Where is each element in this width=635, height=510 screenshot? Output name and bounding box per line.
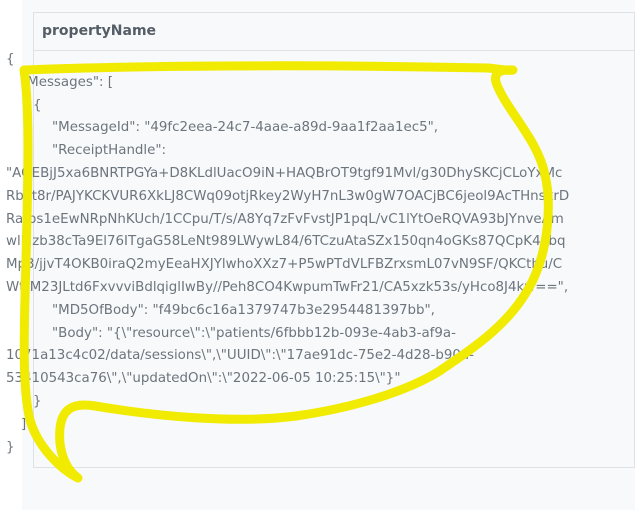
json-line: Mp3/jjvT4OKB0iraQ2myEeaHXJYlwhoXXz7+P5wP… xyxy=(6,257,563,273)
json-viewer[interactable]: { "Messages": [ { "MessageId": "49fc2eea-24… xyxy=(6,49,591,459)
json-line: ] xyxy=(21,416,27,432)
json-line: Rbvt8r/PAJYKCKVUR6XkLJ8CWq09otjRkey2WyH7… xyxy=(6,188,570,204)
json-line: WttM23JLtd6FxvvviBdlqiglIwBy//Peh8CO4Kwp… xyxy=(6,279,569,295)
json-line: { xyxy=(33,97,42,113)
json-line: "Messages": [ xyxy=(21,74,113,90)
json-line: Rafps1eEwNRpNhKUch/1CCpu/T/s/A8Yq7zFvFvs… xyxy=(6,211,564,227)
json-line: wlMzb38cTa9El76ITgaG58LeNt989LWywL84/6TC… xyxy=(6,234,566,250)
json-line: "AQEBjJ5xa6BNRTPGYa+D8KLdlUacO9iN+HAQBrO… xyxy=(6,165,563,181)
json-line: "MessageId": "49fc2eea-24c7-4aae-a89d-9a… xyxy=(52,120,439,136)
json-line: "MD5OfBody": "f49bc6c16a1379747b3e295448… xyxy=(52,302,435,318)
json-line: } xyxy=(33,393,42,409)
property-name-title: propertyName xyxy=(42,23,157,39)
json-line: 1071a13c4c02/data/sessions\",\"UUID\":\"… xyxy=(6,348,474,364)
json-line: 53410543ca76\",\"updatedOn\":\"2022-06-0… xyxy=(6,371,401,387)
json-line: } xyxy=(6,439,15,455)
json-line: "ReceiptHandle": xyxy=(52,143,167,159)
json-line: "Body": "{\"resource\":\"patients/6fbbb1… xyxy=(52,325,456,341)
json-line: { xyxy=(6,52,15,67)
card-header: propertyName xyxy=(34,13,634,51)
screenshot-page: propertyName { "Messages": [ { "MessageId":… xyxy=(0,0,635,510)
